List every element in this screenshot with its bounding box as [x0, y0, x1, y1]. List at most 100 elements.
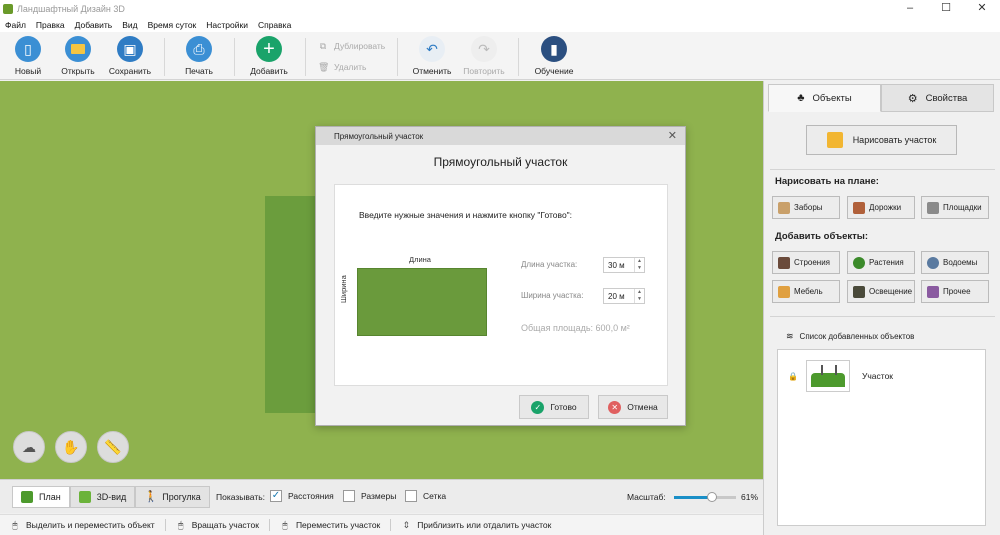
tab-walk[interactable]: 🚶 Прогулка — [135, 486, 210, 508]
plan-icon — [21, 491, 33, 503]
divider — [770, 169, 995, 170]
flag-icon — [834, 365, 837, 375]
menu-help[interactable]: Справка — [258, 20, 291, 30]
length-value[interactable]: 30 м — [604, 261, 634, 270]
grass-icon — [78, 491, 91, 503]
undo-button[interactable]: ↶ Отменить — [404, 36, 460, 76]
dialog-close-icon[interactable]: ✕ — [668, 129, 677, 142]
dimensions-checkbox[interactable]: Размеры — [343, 490, 396, 502]
draw-plot-icon — [826, 132, 843, 148]
hand-icon[interactable]: ✋ — [55, 431, 87, 463]
maximize-icon[interactable]: ☐ — [928, 0, 964, 17]
menu-settings[interactable]: Настройки — [206, 20, 248, 30]
area-value: 600,0 м² — [595, 323, 630, 333]
save-button[interactable]: ▣ Сохранить — [102, 36, 158, 76]
new-button[interactable]: ▯ Новый — [0, 36, 56, 76]
tree-icon: ♣ — [797, 92, 805, 104]
undo-icon: ↶ — [419, 36, 445, 62]
area-readout: Общая площадь: 600,0 м² — [521, 323, 630, 333]
cancel-icon: ✕ — [608, 400, 622, 414]
area-icon — [927, 201, 939, 214]
view-tabs: План 3D-вид 🚶 Прогулка — [12, 486, 210, 508]
status-rotate: 🖱 Вращать участок — [166, 519, 270, 531]
paths-button[interactable]: Дорожки — [847, 196, 915, 219]
toolbar-separator — [397, 38, 398, 76]
list-item[interactable]: 🔒 Участок — [788, 360, 893, 392]
object-name: Участок — [861, 371, 894, 381]
grid-checkbox[interactable]: Сетка — [405, 490, 446, 502]
divider — [770, 316, 995, 317]
zoom-slider-handle[interactable] — [706, 492, 717, 502]
print-button[interactable]: ⎙ Печать — [171, 36, 227, 76]
redo-button[interactable]: ↷ Повторить — [456, 36, 512, 76]
check-icon: ✓ — [531, 400, 545, 414]
ruler-icon[interactable]: 📏 — [97, 431, 129, 463]
show-label: Показывать: — [216, 492, 266, 502]
distances-checkbox[interactable]: ✓ Расстояния — [270, 490, 334, 502]
checkbox-icon[interactable] — [405, 490, 417, 502]
grass-icon — [810, 373, 845, 387]
tree-icon — [853, 256, 865, 269]
tab-properties[interactable]: ⚙ Свойства — [881, 84, 994, 112]
preview-width-caption: Ширина — [339, 275, 348, 303]
width-label: Ширина участка: — [521, 291, 584, 300]
status-bar: 🖱 Выделить и переместить объект 🖱 Вращат… — [0, 514, 763, 535]
tutorial-button[interactable]: ▮ Обучение — [526, 36, 582, 76]
duplicate-button[interactable]: ⧉ Дублировать — [318, 41, 385, 51]
zoom-wheel-icon: ⇕ — [402, 520, 411, 530]
length-stepper[interactable]: 30 м ▲ ▼ — [603, 257, 645, 273]
menu-add[interactable]: Добавить — [75, 20, 113, 30]
checkbox-checked-icon[interactable]: ✓ — [270, 490, 282, 502]
menu-file[interactable]: Файл — [5, 20, 26, 30]
width-value[interactable]: 20 м — [604, 292, 634, 301]
app-icon — [3, 3, 13, 14]
book-icon: ▮ — [541, 36, 567, 62]
tab-objects[interactable]: ♣ Объекты — [768, 84, 881, 112]
cloud-icon[interactable]: ☁ — [13, 431, 45, 463]
ok-button[interactable]: ✓ Готово — [519, 395, 589, 419]
furniture-button[interactable]: Мебель — [772, 280, 840, 303]
width-stepper[interactable]: 20 м ▲ ▼ — [603, 288, 645, 304]
toolbar-separator — [234, 38, 235, 76]
other-button[interactable]: Прочее — [921, 280, 989, 303]
stepper-arrows-icon[interactable]: ▲ ▼ — [634, 258, 644, 272]
window-title: Ландшафтный Дизайн 3D — [17, 3, 125, 14]
add-objects-heading: Добавить объекты: — [775, 231, 869, 242]
lighting-button[interactable]: Освещение — [847, 280, 915, 303]
menu-time-of-day[interactable]: Время суток — [148, 20, 197, 30]
dialog-panel: Введите нужные значения и нажмите кнопку… — [334, 184, 668, 386]
stepper-arrows-icon[interactable]: ▲ ▼ — [634, 289, 644, 303]
areas-button[interactable]: Площадки — [921, 196, 989, 219]
delete-button[interactable]: 🗑 Удалить — [318, 62, 366, 72]
cancel-button[interactable]: ✕ Отмена — [598, 395, 668, 419]
close-icon[interactable]: ✕ — [964, 0, 1000, 17]
flag-icon — [820, 365, 823, 375]
status-zoom-plot: ⇕ Приблизить или отдалить участок — [402, 520, 552, 530]
minimize-icon[interactable]: – — [892, 0, 928, 17]
zoom-slider[interactable] — [674, 492, 736, 502]
dialog-title: Прямоугольный участок — [334, 131, 424, 141]
open-button[interactable]: Открыть — [50, 36, 106, 76]
zoom-value: 61% — [741, 492, 759, 502]
draw-plot-button[interactable]: Нарисовать участок — [806, 125, 957, 155]
tab-plan[interactable]: План — [12, 486, 70, 508]
lock-icon[interactable]: 🔒 — [788, 372, 798, 381]
mouse-icon: 🖱 — [282, 520, 288, 530]
plants-button[interactable]: Растения — [847, 251, 915, 274]
checkbox-icon[interactable] — [343, 490, 355, 502]
bottom-bar: План 3D-вид 🚶 Прогулка Показывать: ✓ Рас… — [0, 479, 763, 513]
tab-3d-view[interactable]: 3D-вид — [69, 486, 136, 508]
bench-icon — [778, 285, 790, 298]
buildings-button[interactable]: Строения — [772, 251, 840, 274]
area-label: Общая площадь: — [521, 323, 594, 333]
preview-length-caption: Длина — [409, 255, 431, 264]
fences-button[interactable]: Заборы — [772, 196, 840, 219]
ponds-button[interactable]: Водоемы — [921, 251, 989, 274]
menu-edit[interactable]: Правка — [36, 20, 65, 30]
walker-icon: 🚶 — [144, 491, 158, 503]
add-button[interactable]: + Добавить — [241, 36, 297, 76]
menu-bar: Файл Правка Добавить Вид Время суток Нас… — [0, 17, 1000, 32]
folder-icon — [65, 36, 91, 62]
printer-icon: ⎙ — [186, 36, 212, 62]
menu-view[interactable]: Вид — [122, 20, 137, 30]
